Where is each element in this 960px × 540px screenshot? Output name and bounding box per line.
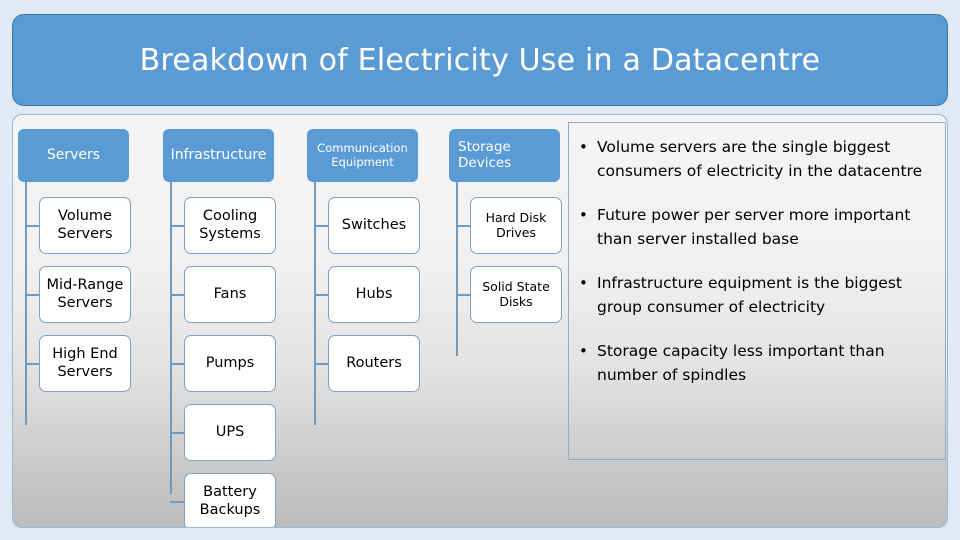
tree-node-solid-state-disks[interactable]: Solid State Disks	[470, 266, 562, 323]
list-item: • Volume servers are the single biggest …	[579, 135, 935, 183]
tree-stub	[25, 294, 39, 296]
bullet-icon: •	[579, 342, 588, 360]
tree-stub	[170, 363, 184, 365]
tree-node-label: Hard Disk Drives	[485, 209, 547, 240]
tree-stub	[170, 294, 184, 296]
tree-node-mid-range-servers[interactable]: Mid-Range Servers	[39, 266, 131, 323]
list-item-text: Storage capacity less important than num…	[597, 342, 885, 384]
tree-node-ups[interactable]: UPS	[184, 404, 276, 461]
tree-stub	[456, 225, 470, 227]
tree-stub	[25, 363, 39, 365]
tree-header-label: Servers	[46, 147, 101, 164]
list-item-text: Future power per server more important t…	[597, 206, 911, 248]
tree-stub	[314, 225, 328, 227]
tree-node-fans[interactable]: Fans	[184, 266, 276, 323]
tree-trunk	[25, 182, 27, 425]
tree-node-label: UPS	[215, 423, 245, 440]
tree-stub	[314, 294, 328, 296]
tree-node-label: Cooling Systems	[199, 208, 261, 242]
tree-node-hubs[interactable]: Hubs	[328, 266, 420, 323]
tree-node-label: Volume Servers	[57, 208, 113, 242]
bullet-icon: •	[579, 274, 588, 292]
tree-node-volume-servers[interactable]: Volume Servers	[39, 197, 131, 254]
tree-node-pumps[interactable]: Pumps	[184, 335, 276, 392]
tree-trunk	[456, 182, 458, 356]
tree-node-label: Pumps	[205, 354, 255, 371]
page-title: Breakdown of Electricity Use in a Datace…	[139, 42, 821, 78]
tree-node-label: Hubs	[355, 285, 393, 302]
tree-header-label: Storage Devices	[458, 138, 512, 171]
list-item: • Future power per server more important…	[579, 203, 935, 251]
tree-stub	[170, 225, 184, 227]
tree-node-label: Switches	[341, 216, 407, 233]
tree-header-communication-equipment[interactable]: Communication Equipment	[307, 129, 418, 182]
tree-header-servers[interactable]: Servers	[18, 129, 129, 182]
tree-node-high-end-servers[interactable]: High End Servers	[39, 335, 131, 392]
tree-stub	[314, 363, 328, 365]
tree-node-cooling-systems[interactable]: Cooling Systems	[184, 197, 276, 254]
tree-node-hard-disk-drives[interactable]: Hard Disk Drives	[470, 197, 562, 254]
tree-node-battery-backups[interactable]: Battery Backups	[184, 473, 276, 527]
tree-header-label: Infrastructure	[170, 147, 267, 164]
slide-canvas: Breakdown of Electricity Use in a Datace…	[0, 0, 960, 540]
tree-stub	[456, 294, 470, 296]
tree-header-infrastructure[interactable]: Infrastructure	[163, 129, 274, 182]
tree-node-label: Solid State Disks	[482, 278, 550, 309]
slide-title-bar: Breakdown of Electricity Use in a Datace…	[12, 14, 948, 106]
key-points-panel: • Volume servers are the single biggest …	[568, 122, 946, 460]
list-item-text: Volume servers are the single biggest co…	[597, 138, 923, 180]
tree-stub	[25, 225, 39, 227]
tree-stub	[170, 432, 184, 434]
list-item: • Infrastructure equipment is the bigges…	[579, 271, 935, 319]
tree-header-label: Communication Equipment	[317, 141, 408, 169]
tree-node-label: Fans	[213, 285, 247, 302]
tree-node-label: Mid-Range Servers	[46, 277, 124, 311]
bullet-icon: •	[579, 206, 588, 224]
tree-node-switches[interactable]: Switches	[328, 197, 420, 254]
list-item: • Storage capacity less important than n…	[579, 339, 935, 387]
bullet-icon: •	[579, 138, 588, 156]
tree-trunk	[314, 182, 316, 425]
tree-stub	[170, 501, 184, 503]
tree-trunk	[170, 182, 172, 494]
tree-header-storage-devices[interactable]: Storage Devices	[449, 129, 560, 182]
tree-node-label: High End Servers	[52, 346, 118, 380]
list-item-text: Infrastructure equipment is the biggest …	[597, 274, 902, 316]
tree-node-label: Battery Backups	[199, 484, 261, 518]
content-panel: Servers Volume Servers Mid-Range Servers…	[12, 114, 948, 528]
tree-node-routers[interactable]: Routers	[328, 335, 420, 392]
tree-node-label: Routers	[346, 354, 402, 371]
